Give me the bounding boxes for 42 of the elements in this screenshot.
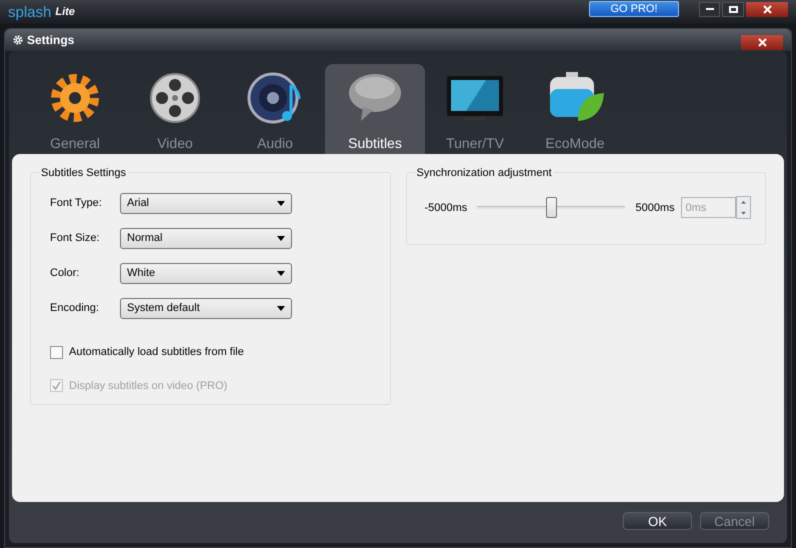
app-logo: splash (8, 4, 52, 20)
tab[interactable]: General (25, 64, 125, 154)
speaker-icon (247, 71, 303, 125)
group-title: Synchronization adjustment (414, 165, 554, 182)
gear-icon (48, 71, 102, 125)
field-label: Color: (50, 266, 80, 282)
field-label: Font Type: (50, 196, 103, 212)
checkbox[interactable] (50, 346, 63, 359)
close-button[interactable] (741, 34, 783, 50)
checkbox-label: Display subtitles on video (PRO) (69, 378, 228, 394)
minimum-label: -5000ms (424, 201, 468, 216)
field-label: Font Size: (50, 231, 101, 246)
close-icon (758, 38, 766, 46)
dialog-title: Settings (27, 32, 74, 49)
maximum-label: 5000ms (636, 201, 676, 216)
dialog-button[interactable]: OK (623, 512, 692, 530)
tab[interactable]: EcoMode (525, 64, 625, 154)
go-pro-button[interactable]: GO PRO! (589, 1, 679, 17)
dropdown[interactable]: White (120, 263, 292, 284)
tab[interactable]: Subtitles (325, 64, 425, 154)
close-icon (762, 4, 772, 14)
edition-label: Lite (55, 4, 75, 20)
dropdown[interactable]: Arial (120, 193, 292, 214)
checkbox-label: Automatically load subtitles from file (69, 345, 244, 360)
tab[interactable]: Audio (225, 64, 325, 154)
close-button[interactable] (746, 2, 788, 16)
tv-icon (446, 74, 504, 122)
dropdown-arrow-icon (277, 271, 285, 276)
field-label: Encoding: (50, 301, 100, 316)
gear-icon (13, 35, 23, 45)
dropdown[interactable]: Normal (120, 228, 292, 249)
maximize-button[interactable] (722, 2, 744, 16)
dropdown-arrow-icon (277, 306, 285, 311)
dropdown[interactable]: System default (120, 298, 292, 319)
tab[interactable]: Video (125, 64, 225, 154)
dropdown-arrow-icon (277, 236, 285, 241)
spin-buttons[interactable] (736, 196, 750, 219)
film-reel-icon (148, 71, 202, 125)
group-title: Subtitles Settings (39, 165, 128, 182)
dropdown-arrow-icon (277, 201, 285, 206)
tab[interactable]: Tuner/TV (425, 64, 525, 154)
minimize-button[interactable] (699, 2, 720, 16)
